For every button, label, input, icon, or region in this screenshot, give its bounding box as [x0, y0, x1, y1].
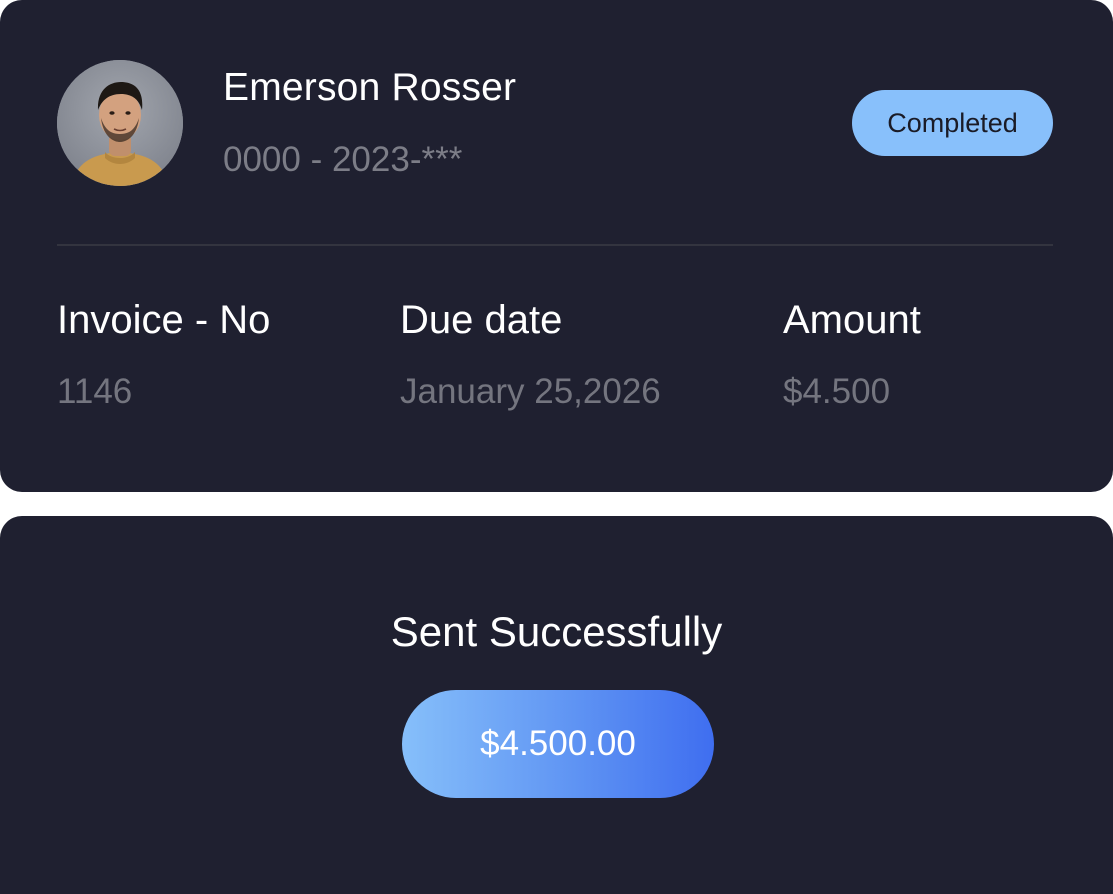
status-badge: Completed: [852, 90, 1053, 156]
avatar: [57, 60, 183, 186]
due-date-value: January 25,2026: [400, 372, 661, 411]
due-date-label: Due date: [400, 298, 563, 342]
invoice-card: Emerson Rosser 0000 - 2023-*** Completed…: [0, 0, 1113, 492]
sent-amount-button[interactable]: $4.500.00: [402, 690, 714, 798]
customer-name: Emerson Rosser: [223, 66, 517, 109]
user-photo-avatar-icon: [57, 60, 183, 186]
sent-successfully-title: Sent Successfully: [390, 608, 723, 655]
amount-label: Amount: [783, 298, 921, 342]
confirmation-card: Sent Successfully $4.500.00: [0, 516, 1113, 894]
divider: [57, 244, 1053, 246]
amount-value: $4.500: [783, 372, 891, 411]
invoice-number-label: Invoice - No: [57, 298, 271, 342]
account-number: 0000 - 2023-***: [223, 140, 463, 179]
invoice-number-value: 1146: [57, 372, 133, 411]
